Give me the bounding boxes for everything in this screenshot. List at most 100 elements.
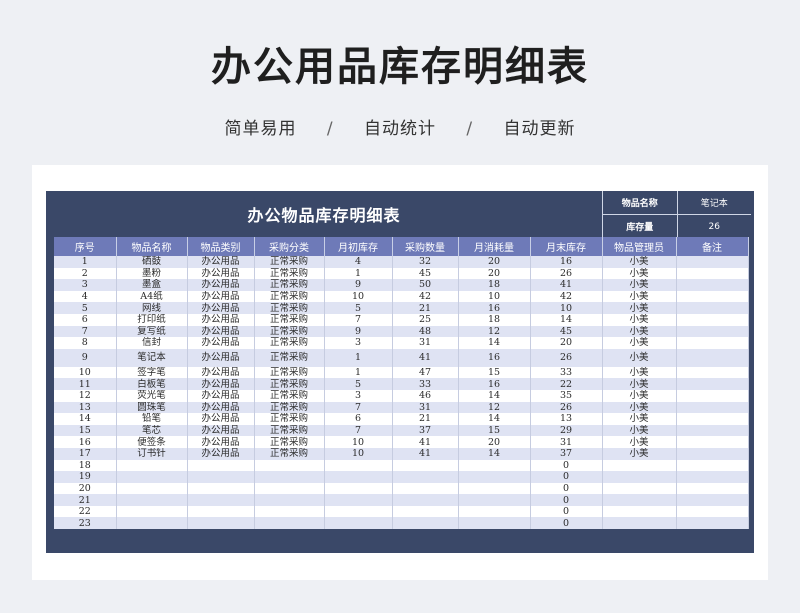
table-cell[interactable]: 4 [54,290,117,303]
table-cell[interactable]: 10 [530,302,603,314]
table-cell[interactable]: 1 [324,348,393,367]
table-cell[interactable]: 9 [324,279,393,291]
table-cell[interactable] [458,505,531,518]
table-cell[interactable]: 20 [530,337,603,349]
column-header[interactable]: 月末库存 [530,237,603,256]
table-cell[interactable]: 0 [530,517,603,530]
table-cell[interactable]: 41 [392,447,459,460]
table-cell[interactable]: 10 [54,366,117,379]
table-cell[interactable]: 正常采购 [254,302,325,314]
table-cell[interactable] [324,505,393,518]
table-cell[interactable]: 办公用品 [187,325,255,338]
column-header[interactable]: 序号 [54,237,117,256]
table-cell[interactable] [602,459,677,472]
table-cell[interactable]: 正常采购 [254,378,325,390]
table-cell[interactable]: 14 [458,337,531,349]
table-cell[interactable] [676,494,749,506]
table-cell[interactable]: 白板笔 [116,378,188,390]
table-cell[interactable] [116,459,188,472]
table-cell[interactable]: 小美 [602,378,677,390]
table-cell[interactable]: 小美 [602,279,677,291]
table-cell[interactable] [187,459,255,472]
table-cell[interactable] [254,482,325,495]
table-cell[interactable]: 0 [530,471,603,483]
table-cell[interactable]: 小美 [602,366,677,379]
table-cell[interactable] [676,505,749,518]
table-cell[interactable] [187,517,255,530]
table-cell[interactable]: 办公用品 [187,279,255,291]
table-cell[interactable] [676,436,749,448]
table-cell[interactable]: 33 [392,378,459,390]
table-cell[interactable] [676,517,749,530]
table-cell[interactable]: 48 [392,325,459,338]
table-cell[interactable]: 18 [458,313,531,326]
table-cell[interactable]: 41 [530,279,603,291]
column-header[interactable]: 采购分类 [254,237,325,256]
lookup-item-value[interactable]: 笔记本 [678,191,752,214]
table-cell[interactable]: 小美 [602,256,677,268]
table-cell[interactable]: 办公用品 [187,267,255,280]
table-cell[interactable]: 0 [530,482,603,495]
table-cell[interactable]: 墨粉 [116,267,188,280]
table-cell[interactable]: 6 [324,413,393,425]
table-cell[interactable]: 正常采购 [254,290,325,303]
table-cell[interactable]: 41 [392,348,459,367]
table-cell[interactable] [458,471,531,483]
table-cell[interactable]: 10 [324,436,393,448]
table-cell[interactable]: 25 [392,313,459,326]
table-cell[interactable]: 16 [530,256,603,268]
table-cell[interactable] [187,471,255,483]
table-cell[interactable] [676,279,749,291]
table-cell[interactable]: 26 [530,348,603,367]
table-cell[interactable]: 小美 [602,325,677,338]
table-cell[interactable]: 办公用品 [187,313,255,326]
table-cell[interactable]: 19 [54,471,117,483]
table-cell[interactable]: 32 [392,256,459,268]
table-cell[interactable]: 10 [324,290,393,303]
table-cell[interactable]: 10 [324,447,393,460]
column-header[interactable]: 备注 [676,237,749,256]
table-cell[interactable]: 11 [54,378,117,390]
table-cell[interactable]: 正常采购 [254,313,325,326]
table-cell[interactable]: 3 [54,279,117,291]
table-cell[interactable]: 墨盒 [116,279,188,291]
table-cell[interactable]: 31 [392,401,459,414]
table-cell[interactable]: 15 [54,424,117,437]
table-cell[interactable]: 1 [324,267,393,280]
table-cell[interactable] [254,505,325,518]
table-cell[interactable]: 50 [392,279,459,291]
table-cell[interactable] [324,482,393,495]
table-cell[interactable] [324,459,393,472]
table-cell[interactable]: 46 [392,389,459,402]
table-cell[interactable]: 18 [54,459,117,472]
table-cell[interactable]: 小美 [602,267,677,280]
table-cell[interactable]: 1 [54,256,117,268]
column-header[interactable]: 月消耗量 [458,237,531,256]
table-cell[interactable] [187,505,255,518]
table-cell[interactable]: 硒鼓 [116,256,188,268]
table-cell[interactable] [116,494,188,506]
table-cell[interactable] [458,459,531,472]
table-cell[interactable]: 15 [458,366,531,379]
table-cell[interactable]: 正常采购 [254,401,325,414]
table-cell[interactable] [676,459,749,472]
column-header[interactable]: 月初库存 [324,237,393,256]
table-cell[interactable] [392,459,459,472]
table-cell[interactable]: 14 [458,413,531,425]
table-cell[interactable] [392,482,459,495]
table-cell[interactable]: 7 [324,401,393,414]
table-cell[interactable]: 14 [54,413,117,425]
table-cell[interactable]: 20 [458,436,531,448]
table-cell[interactable]: A4纸 [116,290,188,303]
table-cell[interactable]: 16 [54,436,117,448]
table-cell[interactable]: 圆珠笔 [116,401,188,414]
table-cell[interactable]: 办公用品 [187,389,255,402]
table-cell[interactable] [602,471,677,483]
table-cell[interactable] [324,494,393,506]
table-cell[interactable] [324,471,393,483]
table-cell[interactable]: 22 [54,505,117,518]
table-cell[interactable]: 2 [54,267,117,280]
table-cell[interactable] [392,494,459,506]
table-cell[interactable] [676,413,749,425]
table-cell[interactable]: 0 [530,494,603,506]
